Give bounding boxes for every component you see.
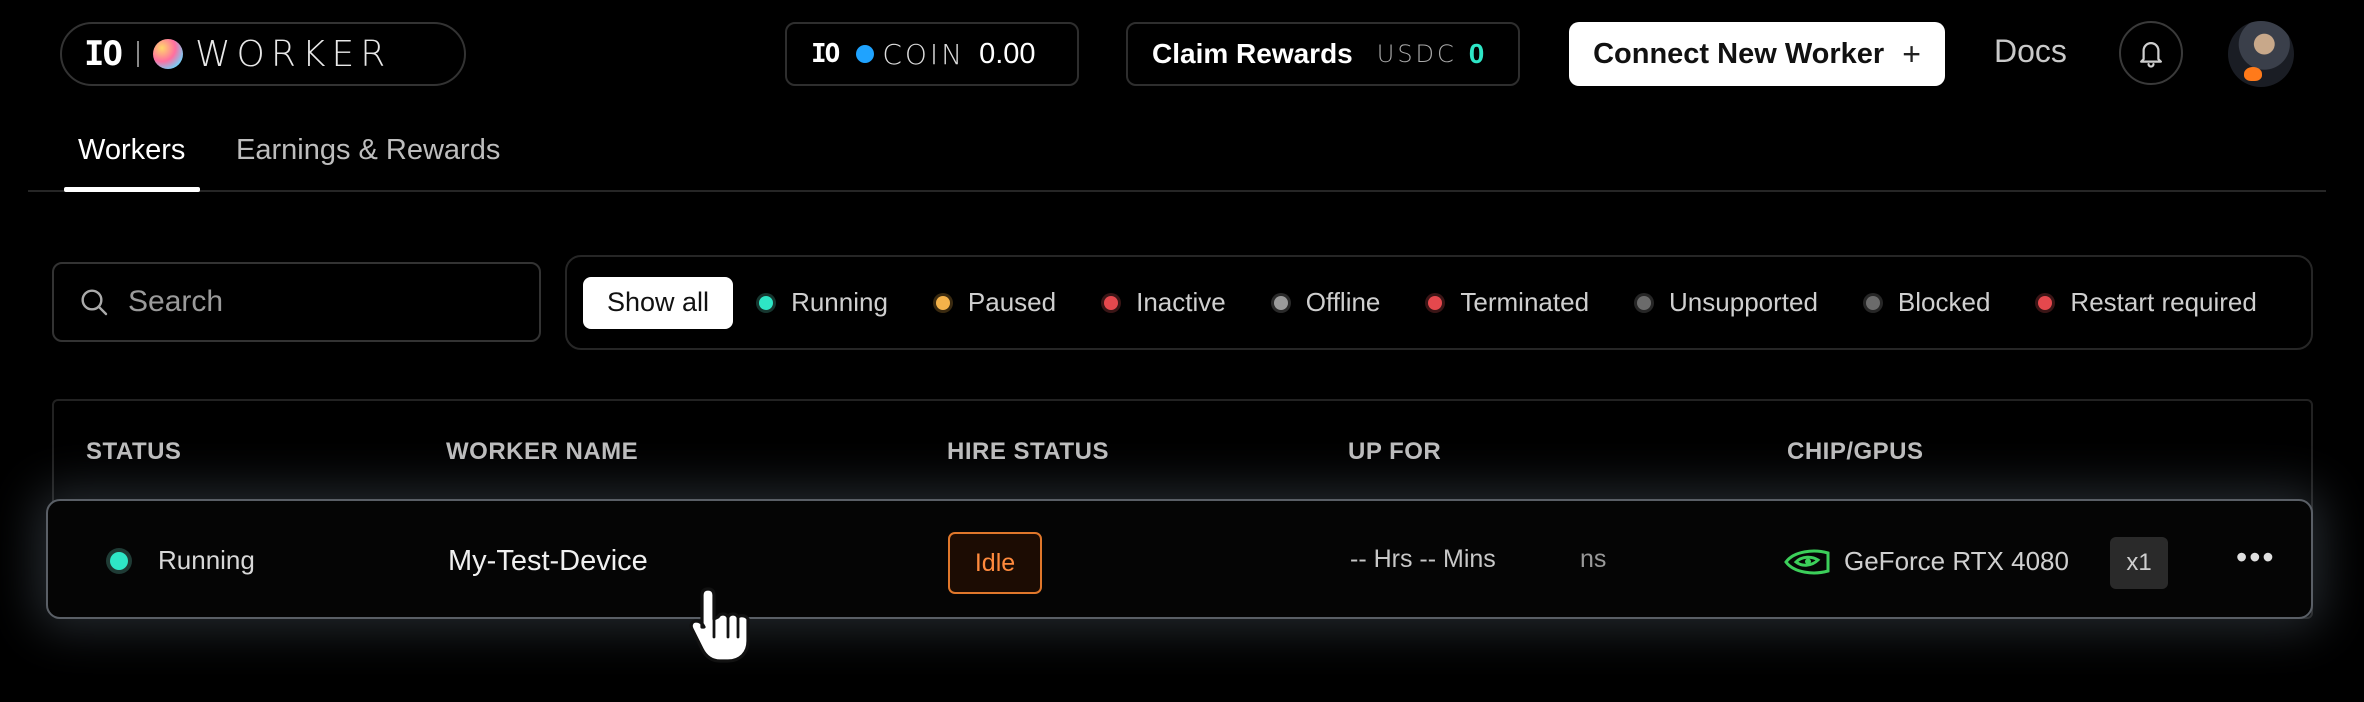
status-dot-icon xyxy=(2038,295,2053,310)
claim-rewards-button[interactable]: Claim Rewards USDC 0 xyxy=(1126,22,1520,86)
usdc-value: 0 xyxy=(1468,38,1485,69)
filter-running[interactable]: Running xyxy=(759,287,888,318)
column-header-chip-gpus[interactable]: CHIP/GPUS xyxy=(1787,438,1924,466)
worker-status-label: Running xyxy=(158,545,255,575)
hire-status-badge: Idle xyxy=(948,532,1042,594)
column-header-status[interactable]: STATUS xyxy=(86,438,181,466)
status-dot-icon xyxy=(759,295,774,310)
search-input[interactable]: Search xyxy=(52,262,541,342)
up-for-value: -- Hrs -- Mins xyxy=(1350,545,1496,573)
filter-label: Inactive xyxy=(1136,287,1226,317)
up-for-overflow-text: ns xyxy=(1580,545,1607,573)
active-tab-indicator xyxy=(64,187,200,192)
column-header-worker-name[interactable]: WORKER NAME xyxy=(446,438,638,466)
nvidia-icon xyxy=(1784,549,1830,574)
filter-inactive[interactable]: Inactive xyxy=(1104,287,1226,318)
worker-status: Running xyxy=(110,545,255,576)
status-dot-icon xyxy=(1104,295,1119,310)
coin-balance[interactable]: IO COIN 0.00 xyxy=(785,22,1079,86)
tab-workers[interactable]: Workers xyxy=(78,134,185,167)
plus-icon: + xyxy=(1902,35,1921,72)
worker-name[interactable]: My-Test-Device xyxy=(448,545,648,578)
search-placeholder: Search xyxy=(128,285,224,318)
filter-offline[interactable]: Offline xyxy=(1273,287,1381,318)
filter-show-all[interactable]: Show all xyxy=(583,276,734,329)
tab-bar: Workers Earnings & Rewards xyxy=(28,118,2326,192)
usdc-label: USDC xyxy=(1376,40,1457,68)
status-dot-icon xyxy=(110,551,128,570)
gpu-model: GeForce RTX 4080 xyxy=(1844,546,2069,576)
gpu-info: GeForce RTX 4080 xyxy=(1784,546,2069,577)
worker-wordmark: WORKER xyxy=(194,33,392,75)
brand-logo[interactable]: IO WORKER xyxy=(60,22,466,86)
docs-link[interactable]: Docs xyxy=(1994,33,2067,70)
coin-value: 0.00 xyxy=(979,37,1036,70)
filter-blocked[interactable]: Blocked xyxy=(1865,287,1991,318)
tab-earnings-rewards[interactable]: Earnings & Rewards xyxy=(236,134,500,167)
filter-terminated[interactable]: Terminated xyxy=(1428,287,1589,318)
filter-label: Unsupported xyxy=(1669,287,1818,317)
filter-label: Terminated xyxy=(1460,287,1590,317)
orb-icon xyxy=(152,39,183,69)
coin-label: COIN xyxy=(882,37,966,71)
filter-restart-required[interactable]: Restart required xyxy=(2038,287,2257,318)
filter-label: Paused xyxy=(967,287,1057,317)
table-row[interactable]: Running My-Test-Device Idle -- Hrs -- Mi… xyxy=(46,499,2313,619)
filter-label: Offline xyxy=(1305,287,1381,317)
filter-label: Restart required xyxy=(2070,287,2257,317)
filter-label: Running xyxy=(791,287,888,317)
filter-unsupported[interactable]: Unsupported xyxy=(1637,287,1818,318)
filter-label: Blocked xyxy=(1897,287,1991,317)
connect-new-worker-button[interactable]: Connect New Worker + xyxy=(1569,22,1945,86)
status-dot-icon xyxy=(1428,295,1443,310)
search-icon xyxy=(81,289,108,316)
connect-new-worker-label: Connect New Worker xyxy=(1593,37,1885,70)
logo-divider xyxy=(136,41,139,67)
io-logo-mark: IO xyxy=(84,34,123,74)
column-header-hire-status[interactable]: HIRE STATUS xyxy=(947,438,1109,466)
status-filter-bar: Show all Running Paused Inactive Offline… xyxy=(565,255,2313,350)
notifications-button[interactable] xyxy=(2119,21,2183,85)
column-header-up-for[interactable]: UP FOR xyxy=(1348,438,1441,466)
status-dot-icon xyxy=(1865,295,1880,310)
io-coin-mark: IO xyxy=(811,39,840,69)
claim-rewards-label: Claim Rewards xyxy=(1152,38,1353,69)
more-icon[interactable]: ••• xyxy=(2236,539,2276,576)
avatar[interactable] xyxy=(2228,21,2294,87)
coin-icon xyxy=(856,45,875,63)
status-dot-icon xyxy=(935,295,950,310)
bell-icon xyxy=(2140,42,2162,68)
gpu-count-badge: x1 xyxy=(2110,537,2168,589)
hand-cursor-icon xyxy=(689,587,750,663)
status-dot-icon xyxy=(1637,295,1652,310)
status-dot-icon xyxy=(1273,295,1288,310)
filter-paused[interactable]: Paused xyxy=(935,287,1057,318)
